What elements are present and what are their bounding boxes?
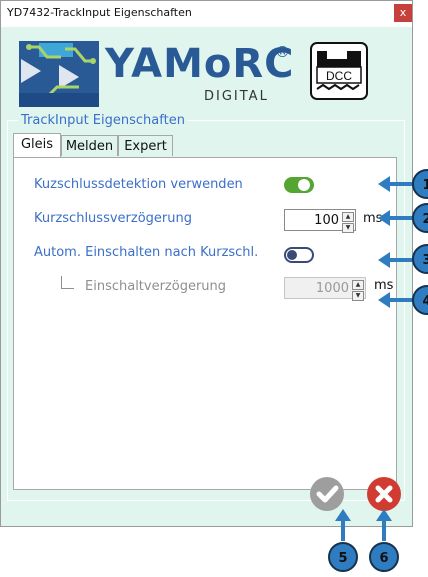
toggle-knob	[287, 250, 297, 260]
spin-arrows[interactable]: ▲ ▼	[352, 279, 364, 301]
spin-down-icon[interactable]: ▼	[352, 291, 364, 301]
on-delay-value: 1000	[315, 281, 349, 296]
cross-icon	[375, 485, 393, 503]
tab-expert[interactable]: Expert	[118, 135, 173, 156]
spin-down-icon[interactable]: ▼	[342, 223, 354, 233]
window-title: YD7432-TrackInput Eigenschaften	[7, 6, 192, 19]
tab-panel-gleis	[13, 157, 397, 490]
callout-arrow-5	[335, 509, 351, 541]
yamorc-logo: YAMoRC ® DIGITAL DCC	[19, 41, 389, 107]
short-detect-toggle[interactable]	[284, 177, 314, 193]
brand-sub: DIGITAL	[204, 89, 269, 104]
spin-up-icon[interactable]: ▲	[342, 212, 354, 222]
tab-gleis[interactable]: Gleis	[13, 133, 61, 157]
close-window-button[interactable]: x	[394, 4, 412, 22]
dcc-label: DCC	[326, 69, 352, 83]
short-delay-label: Kurzschlussverzögerung	[34, 211, 192, 226]
group-legend: TrackInput Eigenschaften	[21, 113, 185, 128]
cancel-button[interactable]	[367, 477, 401, 511]
on-delay-spinbox[interactable]: 1000 ▲ ▼	[284, 277, 366, 301]
title-bar: YD7432-TrackInput Eigenschaften x	[1, 1, 412, 27]
short-delay-spinbox[interactable]: 100 ▲ ▼	[284, 209, 356, 233]
checkmark-icon	[316, 485, 339, 503]
spin-up-icon[interactable]: ▲	[352, 280, 364, 290]
brand-name: YAMoRC	[105, 41, 295, 87]
callout-badge-6: 6	[369, 542, 399, 572]
tab-melden[interactable]: Melden	[61, 135, 118, 156]
toggle-knob	[298, 179, 310, 191]
spin-arrows[interactable]: ▲ ▼	[342, 211, 354, 233]
callout-arrow-6	[376, 509, 392, 541]
indent-connector	[61, 276, 74, 289]
ok-button[interactable]	[310, 477, 344, 511]
short-detect-label: Kuzschlussdetektion verwenden	[34, 177, 243, 192]
circuit-logo-icon	[19, 41, 99, 107]
registered-mark: ®	[275, 43, 290, 61]
short-delay-value: 100	[314, 213, 339, 228]
auto-on-label: Autom. Einschalten nach Kurzschl.	[34, 245, 259, 260]
auto-on-toggle[interactable]	[284, 247, 314, 263]
callout-badge-5: 5	[328, 542, 358, 572]
dcc-locomotive-icon: DCC	[310, 42, 368, 100]
on-delay-label: Einschaltverzögerung	[85, 279, 227, 294]
